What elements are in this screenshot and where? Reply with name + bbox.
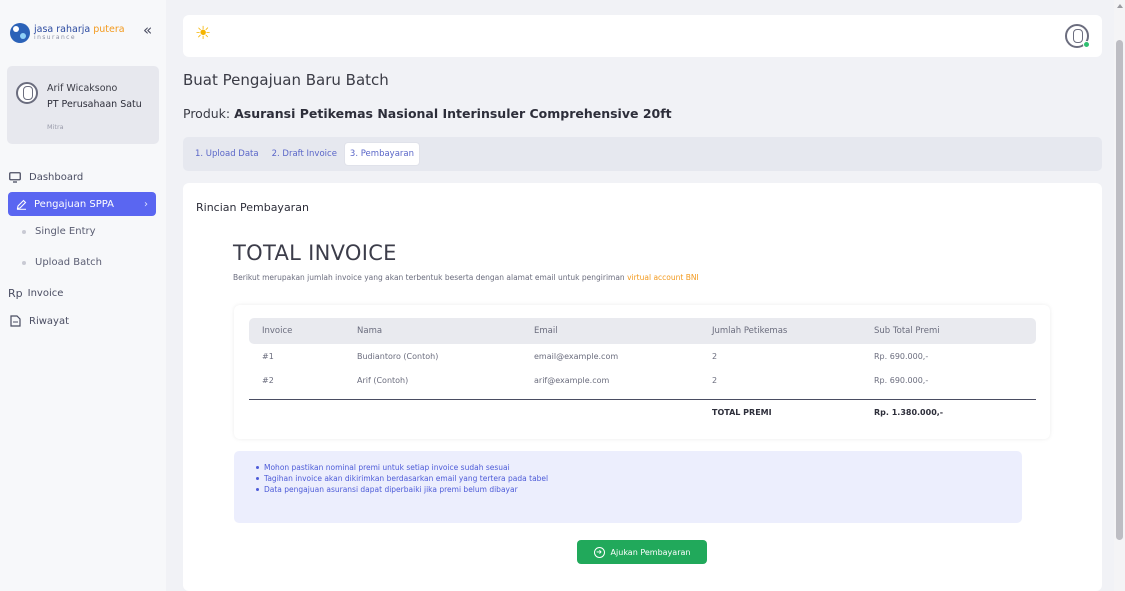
column-header-nama: Nama xyxy=(357,326,383,336)
page-title: Buat Pengajuan Baru Batch xyxy=(183,71,389,89)
online-status-indicator xyxy=(1083,41,1090,48)
cell-subtotal: Rp. 690.000,- xyxy=(874,376,929,385)
invoice-table: Invoice Nama Email Jumlah Petikemas Sub … xyxy=(234,305,1050,439)
cell-email: arif@example.com xyxy=(534,376,610,385)
table-row: #2 Arif (Contoh) arif@example.com 2 Rp. … xyxy=(249,372,1036,392)
tab-upload-data[interactable]: 1. Upload Data xyxy=(190,143,264,165)
cell-jumlah: 2 xyxy=(712,352,718,361)
column-header-email: Email xyxy=(534,326,558,336)
bullet-icon xyxy=(22,260,26,265)
brand-logo[interactable]: jasa raharja putera insurance xyxy=(10,20,160,46)
sidebar-item-label: Dashboard xyxy=(29,171,84,183)
sidebar-item-invoice[interactable]: Rp Invoice xyxy=(8,282,156,304)
topbar: ☀ xyxy=(183,15,1102,57)
sidebar-subitem-single-entry[interactable]: Single Entry xyxy=(22,226,96,237)
cell-invoice: #1 xyxy=(262,352,274,361)
column-header-sub-total-premi: Sub Total Premi xyxy=(874,326,940,336)
tab-draft-invoice[interactable]: 2. Draft Invoice xyxy=(267,143,342,165)
sidebar-item-label: Upload Batch xyxy=(35,257,102,268)
pencil-icon xyxy=(14,199,28,210)
total-invoice-title: TOTAL INVOICE xyxy=(233,241,397,265)
arrow-right-circle-icon: ➜ xyxy=(593,546,605,558)
sidebar-item-label: Riwayat xyxy=(29,315,69,327)
payment-details-card: Rincian Pembayaran TOTAL INVOICE Berikut… xyxy=(183,183,1102,591)
virtual-account-highlight: virtual account BNI xyxy=(627,273,699,282)
page-scrollbar[interactable] xyxy=(1114,0,1125,591)
submit-label: Ajukan Pembayaran xyxy=(610,547,691,557)
document-icon xyxy=(8,315,22,327)
sidebar-item-label: Invoice xyxy=(27,287,64,299)
monitor-icon xyxy=(8,171,22,183)
cell-invoice: #2 xyxy=(262,376,274,385)
product-line: Produk: Asuransi Petikemas Nasional Inte… xyxy=(183,106,672,121)
collapse-sidebar-icon[interactable]: « xyxy=(143,23,152,38)
column-header-jumlah-petikemas: Jumlah Petikemas xyxy=(712,326,788,336)
bullet-icon xyxy=(22,229,26,234)
sidebar-item-pengajuan-sppa[interactable]: Pengajuan SPPA › xyxy=(8,192,156,216)
section-title: Rincian Pembayaran xyxy=(196,201,309,214)
user-company: PT Perusahaan Satu xyxy=(47,99,142,110)
cell-nama: Budiantoro (Contoh) xyxy=(357,352,439,361)
total-premi-value: Rp. 1.380.000,- xyxy=(874,408,944,417)
total-invoice-subtitle: Berikut merupakan jumlah invoice yang ak… xyxy=(233,273,699,282)
user-card: Arif Wicaksono PT Perusahaan Satu Mitra xyxy=(7,66,159,144)
column-header-invoice: Invoice xyxy=(262,326,293,336)
chevron-right-icon: › xyxy=(144,198,148,210)
sidebar: jasa raharja putera insurance « Arif Wic… xyxy=(0,0,166,591)
profile-avatar-icon[interactable] xyxy=(1065,24,1090,48)
total-premi-label: TOTAL PREMI xyxy=(712,408,772,417)
tab-pembayaran[interactable]: 3. Pembayaran xyxy=(344,143,419,165)
total-row: TOTAL PREMI Rp. 1.380.000,- xyxy=(249,404,1036,424)
notes-box: Mohon pastikan nominal premi untuk setia… xyxy=(234,451,1022,523)
scroll-up-arrow-icon[interactable] xyxy=(1117,4,1123,8)
product-label: Produk: xyxy=(183,106,231,121)
sidebar-subitem-upload-batch[interactable]: Upload Batch xyxy=(22,257,102,268)
brand-subtitle: insurance xyxy=(34,33,76,41)
user-name: Arif Wicaksono xyxy=(47,83,118,94)
cell-email: email@example.com xyxy=(534,352,619,361)
user-avatar-icon xyxy=(16,82,38,104)
jasa-raharja-logo-icon xyxy=(10,23,30,43)
table-row: #1 Budiantoro (Contoh) email@example.com… xyxy=(249,348,1036,368)
user-role: Mitra xyxy=(47,123,64,131)
sidebar-item-dashboard[interactable]: Dashboard xyxy=(8,166,156,188)
product-name: Asuransi Petikemas Nasional Interinsuler… xyxy=(234,106,672,121)
sidebar-item-label: Single Entry xyxy=(35,226,96,237)
cell-jumlah: 2 xyxy=(712,376,718,385)
note-item: Mohon pastikan nominal premi untuk setia… xyxy=(256,462,1022,473)
table-header: Invoice Nama Email Jumlah Petikemas Sub … xyxy=(249,318,1036,344)
cell-nama: Arif (Contoh) xyxy=(357,376,409,385)
scroll-thumb[interactable] xyxy=(1116,40,1123,540)
note-item: Tagihan invoice akan dikirimkan berdasar… xyxy=(256,473,1022,484)
theme-toggle-sun-icon[interactable]: ☀ xyxy=(195,25,211,43)
step-tabs: 1. Upload Data 2. Draft Invoice 3. Pemba… xyxy=(183,137,1102,171)
total-divider xyxy=(249,399,1036,400)
note-item: Data pengajuan asuransi dapat diperbaiki… xyxy=(256,484,1022,495)
cell-subtotal: Rp. 690.000,- xyxy=(874,352,929,361)
sidebar-item-riwayat[interactable]: Riwayat xyxy=(8,310,156,332)
ajukan-pembayaran-button[interactable]: ➜ Ajukan Pembayaran xyxy=(577,540,707,564)
sidebar-item-label: Pengajuan SPPA xyxy=(34,198,115,210)
rupiah-icon: Rp xyxy=(8,286,23,300)
